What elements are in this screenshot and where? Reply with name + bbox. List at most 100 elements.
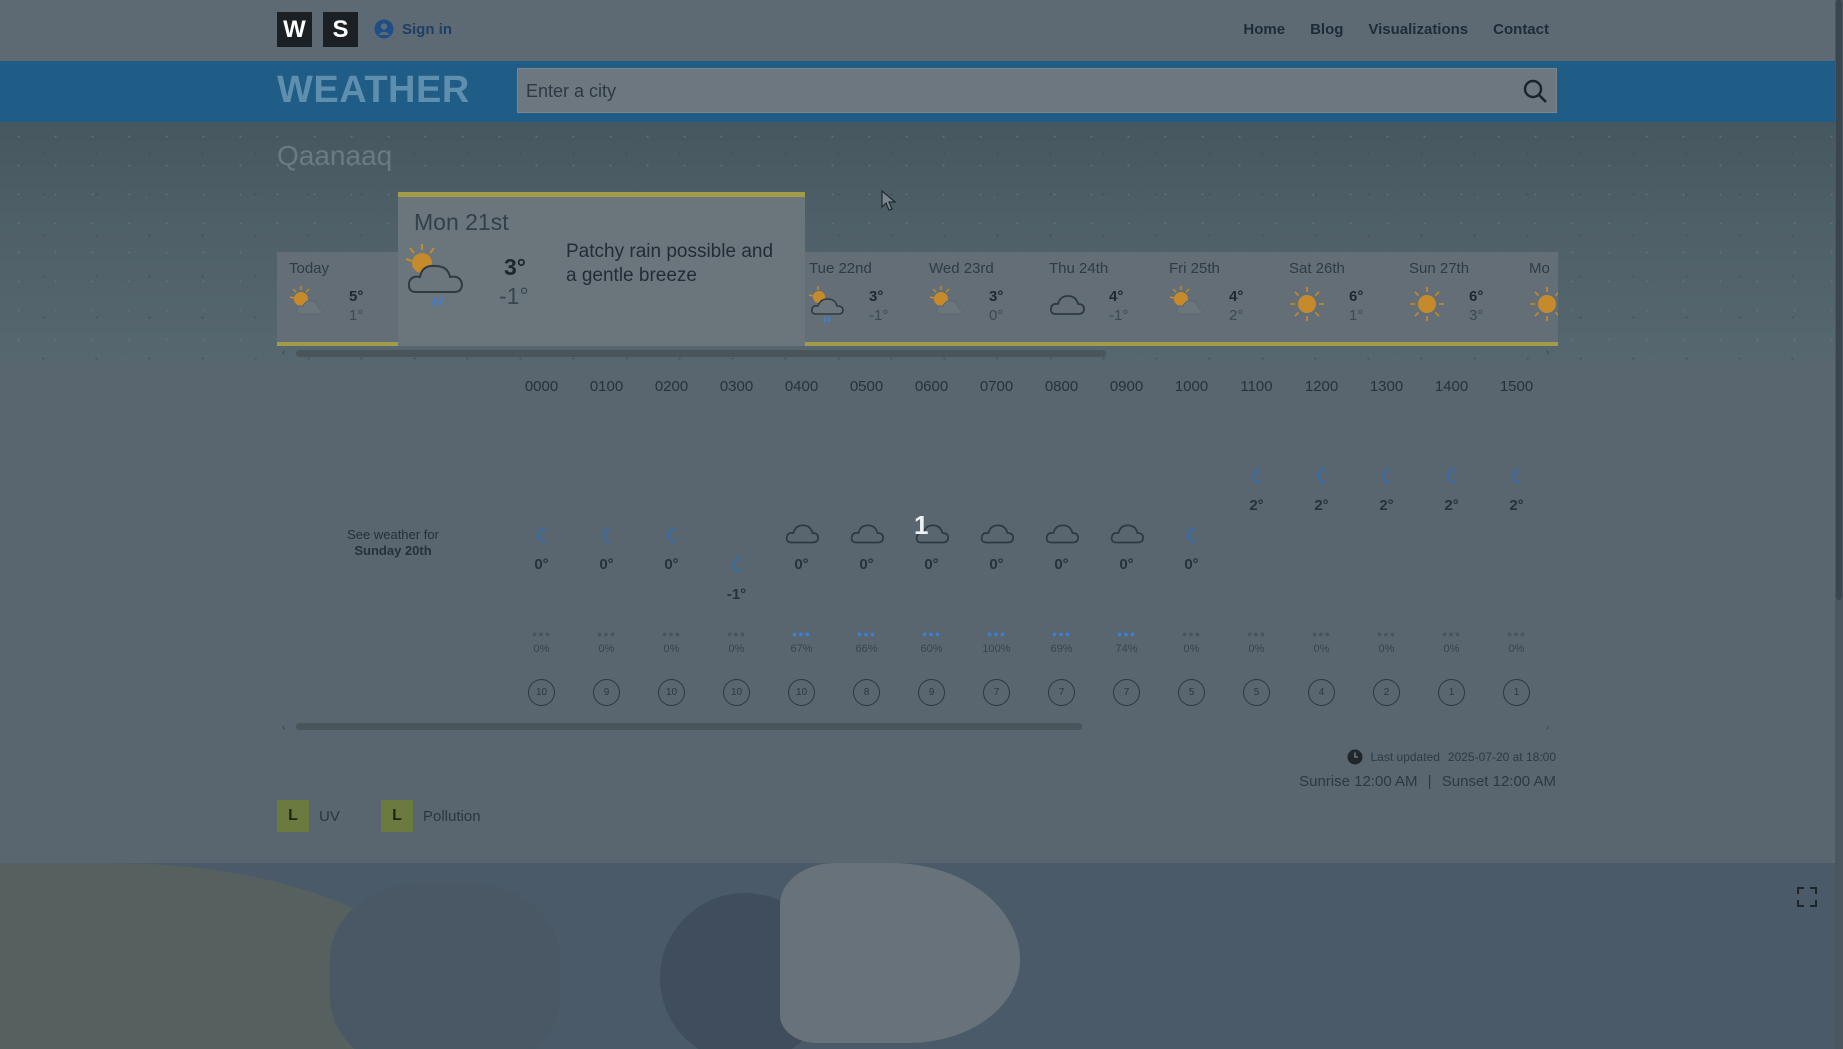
rain-percent: 0%	[728, 643, 745, 655]
site-logo[interactable]: W S	[277, 12, 358, 47]
hour-temperature: 0°	[534, 556, 549, 573]
sign-in-link[interactable]: Sign in	[374, 19, 452, 39]
pollution-badge[interactable]: L Pollution	[381, 800, 481, 832]
satellite-map[interactable]	[0, 863, 1843, 1049]
rain-percent: 0%	[1313, 643, 1330, 655]
day-card[interactable]: Thu 24th 4° -1°	[1037, 254, 1157, 344]
day-low: 1°	[1349, 307, 1364, 324]
page-scrollbar-thumb[interactable]	[1836, 0, 1842, 600]
day-card[interactable]: Today 5° 1°	[277, 254, 397, 344]
rain-percent: 0%	[1508, 643, 1525, 655]
rain-drops-icon: ●●●	[726, 629, 747, 639]
previous-day-link[interactable]: See weather for Sunday 20th	[330, 527, 456, 559]
scroll-right-arrow[interactable]: ›	[1546, 347, 1549, 358]
rain-percent: 0%	[1443, 643, 1460, 655]
day-high: 3°	[989, 288, 1004, 305]
hourly-scroll-right-arrow[interactable]: ›	[1546, 722, 1549, 733]
day-card[interactable]: Wed 23rd 3° 0°	[917, 254, 1037, 344]
top-bar: W S Sign in Home Blog Visualizations Con…	[0, 0, 1835, 61]
last-updated-value: 2025-07-20 at 18:00	[1447, 750, 1556, 764]
rain-drops-icon: ●●●	[531, 629, 552, 639]
uv-label: UV	[319, 807, 340, 825]
user-icon	[374, 19, 394, 39]
nav-blog[interactable]: Blog	[1310, 21, 1343, 38]
wind-speed: 10	[658, 679, 685, 706]
cloud-icon	[1094, 514, 1159, 548]
rain-drops-icon: ●●●	[1506, 629, 1527, 639]
wind-speed: 5	[1178, 679, 1205, 706]
rain-percent: 100%	[982, 643, 1011, 655]
rain-chance: ●●● 0%	[1289, 629, 1354, 655]
hour-temperature: 2°	[1314, 497, 1329, 514]
rain-chance: ●●● 0%	[574, 629, 639, 655]
hourly-scrollbar[interactable]	[296, 723, 1082, 730]
fullscreen-icon[interactable]	[1797, 887, 1817, 907]
moon-icon	[1159, 526, 1224, 560]
daily-scrollbar[interactable]	[296, 350, 1106, 357]
hour-temperature: 0°	[794, 556, 809, 573]
sun-icon	[1407, 284, 1447, 324]
day-card[interactable]: Mo	[1517, 254, 1558, 344]
rain-drops-icon: ●●●	[1116, 629, 1137, 639]
day-high: 3°	[869, 288, 884, 305]
hour-label: 0000	[524, 378, 559, 395]
rain-chance: ●●● 100%	[964, 629, 1029, 655]
rain-chance: ●●● 0%	[1224, 629, 1289, 655]
day-low: 3°	[1469, 307, 1484, 324]
nav-contact[interactable]: Contact	[1493, 21, 1549, 38]
brand-title[interactable]: WEATHER	[277, 69, 470, 112]
rain-percent: 0%	[1183, 643, 1200, 655]
day-name: Tue 22nd	[809, 260, 872, 277]
hour-label: 0700	[979, 378, 1014, 395]
day-card[interactable]: Sat 26th 6° 1°	[1277, 254, 1397, 344]
hour-label: 0800	[1044, 378, 1079, 395]
selected-day-name: Mon 21st	[414, 209, 509, 235]
day-card[interactable]: Sun 27th 6° 3°	[1397, 254, 1517, 344]
day-name: Fri 25th	[1169, 260, 1220, 277]
nav-home[interactable]: Home	[1243, 21, 1285, 38]
rain-cloud-icon	[405, 244, 464, 306]
day-low: -1°	[1109, 307, 1129, 324]
wind-speed: 10	[788, 679, 815, 706]
hourly-scroll-left-arrow[interactable]: ‹	[282, 722, 285, 733]
rain-percent: 0%	[1378, 643, 1395, 655]
selected-day-card[interactable]: Mon 21st 3° -1° Patchy rain possible and…	[398, 192, 805, 346]
cloud-icon	[1029, 514, 1094, 548]
map-ice	[780, 863, 1020, 1043]
day-card[interactable]: Tue 22nd 3° -1°	[797, 254, 917, 344]
rain-drops-icon: ●●●	[1246, 629, 1267, 639]
rain-percent: 60%	[920, 643, 943, 655]
scroll-left-arrow[interactable]: ‹	[282, 347, 285, 358]
wind-speed: 7	[1113, 679, 1140, 706]
day-card[interactable]: Fri 25th 4° 2°	[1157, 254, 1277, 344]
rain-percent: 0%	[663, 643, 680, 655]
day-name: Sat 26th	[1289, 260, 1345, 277]
cloud-icon	[834, 514, 899, 548]
sun-cloud-icon	[1167, 284, 1207, 324]
wind-speed: 10	[723, 679, 750, 706]
page-scrollbar[interactable]	[1835, 0, 1843, 1049]
sun-cloud-icon	[927, 284, 967, 324]
hour-label: 1100	[1240, 378, 1273, 395]
city-search-input[interactable]: Enter a city	[517, 68, 1557, 113]
hour-temperature: 0°	[1184, 556, 1199, 573]
rain-cloud-icon	[807, 284, 847, 324]
uv-badge[interactable]: L UV	[277, 800, 340, 832]
search-icon[interactable]	[1522, 78, 1548, 104]
day-name: Sun 27th	[1409, 260, 1470, 277]
clock-icon	[1347, 749, 1362, 765]
day-high: 6°	[1349, 288, 1364, 305]
hour-temperature: 0°	[1054, 556, 1069, 573]
day-low: 1°	[349, 307, 364, 324]
hour-temperature: 2°	[1444, 497, 1459, 514]
sunrise: Sunrise 12:00 AM	[1299, 773, 1418, 790]
selected-day-high: 3°	[504, 254, 526, 280]
day-low: 2°	[1229, 307, 1244, 324]
rain-drops-icon: ●●●	[1181, 629, 1202, 639]
nav-visualizations[interactable]: Visualizations	[1368, 21, 1468, 38]
sun-times: Sunrise 12:00 AM | Sunset 12:00 AM	[1299, 773, 1556, 790]
moon-icon	[1354, 467, 1419, 501]
rain-percent: 67%	[790, 643, 813, 655]
cloud-icon	[899, 514, 964, 548]
moon-icon	[639, 526, 704, 560]
